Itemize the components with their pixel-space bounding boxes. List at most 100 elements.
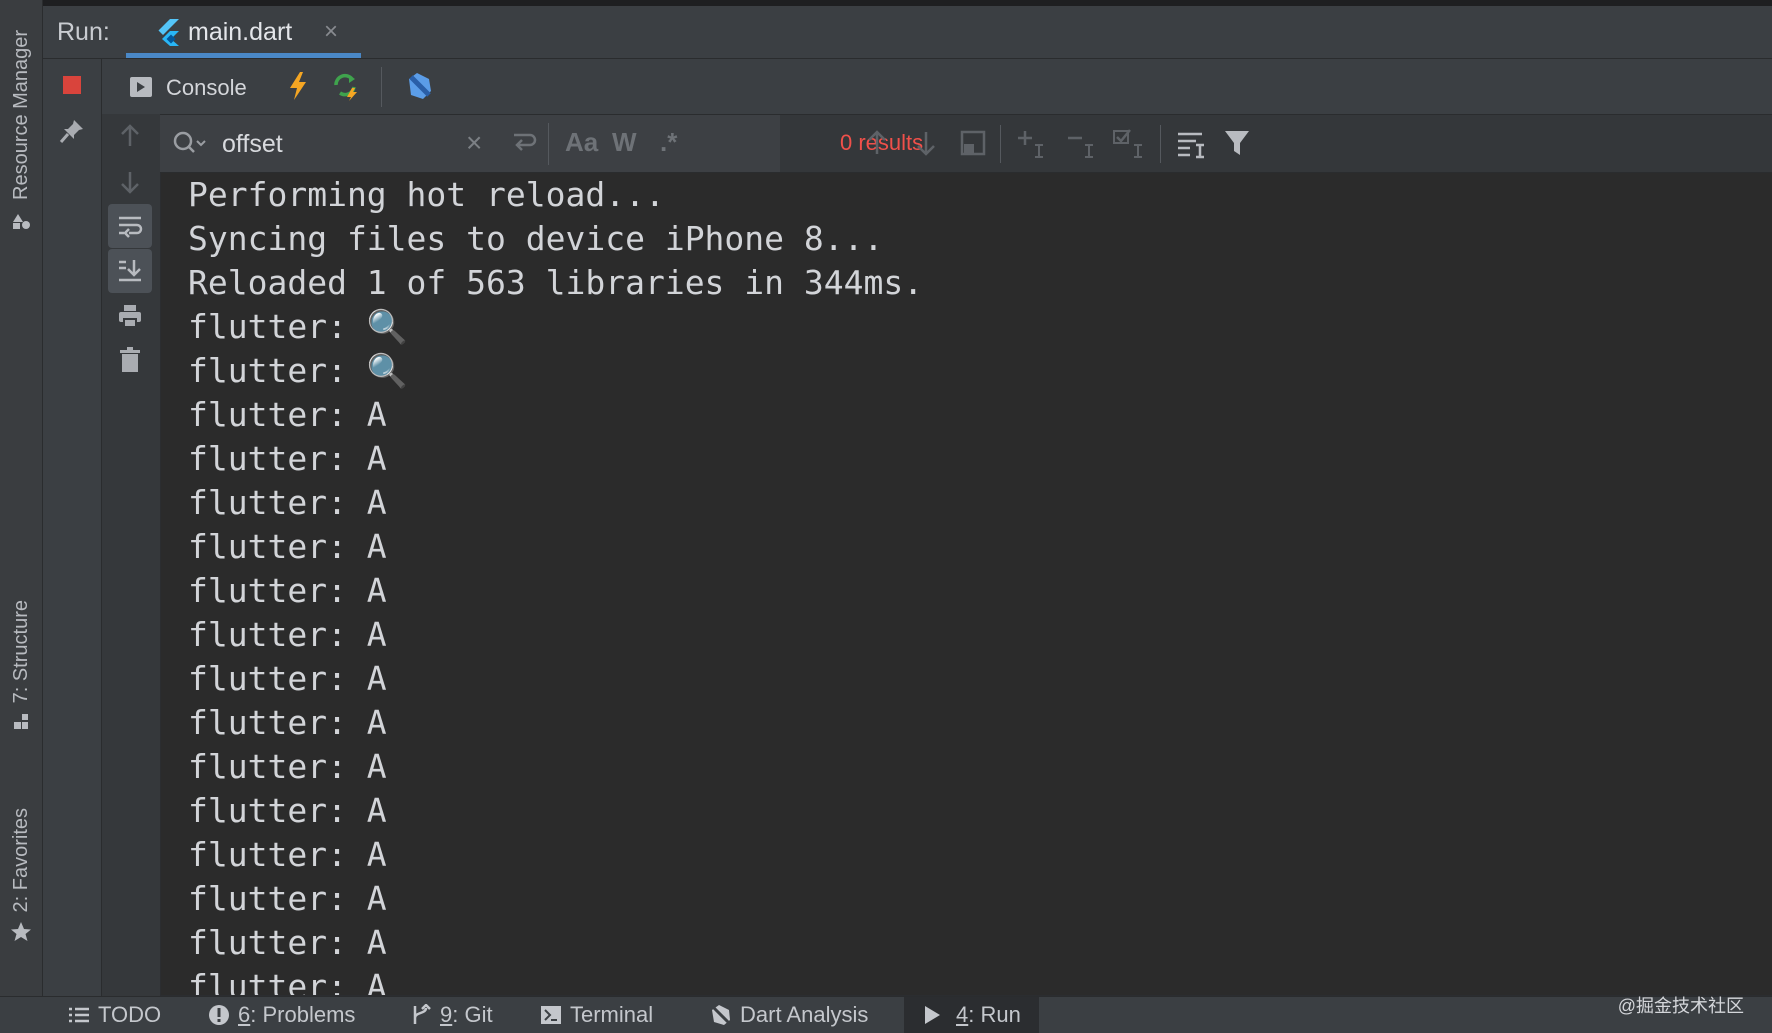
scroll-to-end-icon: [119, 260, 141, 282]
remove-occurrence-button[interactable]: [1065, 129, 1097, 164]
problems-tab[interactable]: 6: Problems: [202, 997, 361, 1033]
search-icon[interactable]: [172, 130, 208, 156]
toolbar-separator: [381, 67, 382, 107]
play-icon: [922, 1004, 942, 1026]
select-all-occurrences-button[interactable]: [1112, 127, 1146, 164]
console-line: flutter: A: [188, 571, 387, 610]
console-tab[interactable]: Console: [102, 59, 247, 114]
regex-button[interactable]: .*: [660, 127, 677, 158]
next-match-button[interactable]: [915, 129, 937, 162]
console-line: flutter: A: [188, 923, 387, 962]
search-field: × Aa W .*: [160, 115, 780, 172]
clear-all-button[interactable]: [108, 338, 152, 382]
terminal-tab[interactable]: Terminal: [534, 997, 659, 1033]
git-number: 9: [440, 1002, 453, 1027]
run-number: 4: [956, 1002, 969, 1027]
resource-manager-icon: [10, 208, 32, 235]
scroll-to-end-button[interactable]: [108, 249, 152, 293]
watermark: @掘金技术社区: [1617, 996, 1744, 1016]
favorites-label: 2: Favorites: [9, 808, 32, 913]
previous-match-button[interactable]: [866, 129, 888, 162]
add-selection-icon: [1018, 131, 1043, 158]
resource-manager-tab[interactable]: Resource Manager: [0, 0, 42, 235]
console-line: flutter: 🔍: [188, 351, 408, 390]
run-tab[interactable]: 4: Run: [904, 997, 1039, 1033]
run-actions-column: [43, 59, 102, 996]
tab-main-dart[interactable]: main.dart ×: [126, 6, 361, 58]
lightning-icon: [290, 72, 306, 100]
structure-icon: [11, 711, 31, 736]
dart-devtools-button[interactable]: [396, 64, 440, 108]
console-lines: Performing hot reload... Syncing files t…: [161, 173, 923, 995]
console-line: flutter: A: [188, 439, 387, 478]
match-case-button[interactable]: Aa: [565, 127, 598, 158]
pin-tab-button[interactable]: [50, 109, 94, 153]
flutter-icon: [158, 19, 179, 46]
hot-restart-icon: [334, 73, 357, 101]
arrow-up-icon: [121, 124, 139, 146]
structure-label: 7: Structure: [9, 600, 32, 704]
console-line: Performing hot reload...: [188, 175, 665, 214]
tab-title: main.dart: [188, 18, 293, 46]
active-tab-indicator: [126, 53, 361, 58]
clear-search-icon[interactable]: ×: [466, 127, 482, 159]
console-icon: [130, 77, 152, 97]
structure-tab[interactable]: 7: Structure: [0, 600, 42, 736]
terminal-icon: [540, 1005, 562, 1025]
search-separator: [548, 123, 549, 165]
new-line-icon[interactable]: [510, 129, 538, 162]
favorites-tab[interactable]: 2: Favorites: [0, 808, 42, 949]
stop-button[interactable]: [50, 63, 94, 107]
filter-search-results-button[interactable]: [1176, 129, 1206, 164]
soft-wrap-button[interactable]: [108, 204, 152, 248]
console-label: Console: [166, 75, 247, 100]
filter-separator: [1160, 125, 1161, 163]
find-bar: × Aa W .* 0 results: [160, 115, 1772, 173]
console-line: flutter: 🔍: [188, 307, 408, 346]
console-line: flutter: A: [188, 747, 387, 786]
console-output[interactable]: Performing hot reload... Syncing files t…: [161, 173, 1772, 995]
problems-number: 6: [238, 1002, 251, 1027]
git-label: : Git: [452, 1002, 493, 1027]
run-label-bottom: : Run: [968, 1002, 1021, 1027]
results-separator: [1000, 125, 1001, 163]
add-occurrence-button[interactable]: [1015, 129, 1047, 164]
printer-icon: [119, 305, 141, 328]
todo-tab[interactable]: TODO: [62, 997, 167, 1033]
resource-manager-label: Resource Manager: [9, 29, 32, 200]
previous-occurrence-button[interactable]: [108, 114, 152, 158]
select-all-icon: [1113, 129, 1142, 158]
pin-icon: [59, 120, 83, 143]
next-occurrence-button[interactable]: [108, 160, 152, 204]
left-tool-stripe: Resource Manager 7: Structure 2: Favorit…: [0, 0, 43, 996]
remove-selection-icon: [1068, 136, 1093, 158]
console-toolbar: Console: [102, 59, 1772, 115]
trash-icon: [120, 347, 140, 372]
console-line: flutter: A: [188, 967, 387, 995]
hot-restart-button[interactable]: [324, 64, 368, 108]
show-filter-popup-button[interactable]: [960, 130, 986, 161]
todo-label: TODO: [98, 1002, 162, 1027]
console-line: flutter: A: [188, 395, 387, 434]
star-icon: [9, 920, 33, 949]
list-icon: [68, 1006, 90, 1024]
words-button[interactable]: W: [612, 127, 637, 158]
print-button[interactable]: [108, 294, 152, 338]
dart-analysis-tab[interactable]: Dart Analysis: [702, 997, 874, 1033]
console-line: Syncing files to device iPhone 8...: [188, 219, 884, 258]
console-line: flutter: A: [188, 483, 387, 522]
dart-devtools-icon: [409, 73, 431, 99]
console-line: flutter: A: [188, 879, 387, 918]
problems-label: : Problems: [250, 1002, 356, 1027]
git-tab[interactable]: 9: Git: [404, 997, 499, 1033]
tab-close-icon[interactable]: ×: [324, 18, 338, 46]
filter-button[interactable]: [1224, 129, 1250, 162]
bottom-tool-stripe: TODO 6: Problems 9: Git Terminal Dart An…: [0, 996, 1772, 1033]
soft-wrap-icon: [119, 216, 143, 238]
warning-circle-icon: [208, 1004, 230, 1026]
hot-reload-button[interactable]: [276, 64, 320, 108]
dart-analysis-label: Dart Analysis: [740, 1002, 869, 1027]
console-line: flutter: A: [188, 615, 387, 654]
terminal-label: Terminal: [570, 1002, 654, 1027]
console-line: flutter: A: [188, 527, 387, 566]
